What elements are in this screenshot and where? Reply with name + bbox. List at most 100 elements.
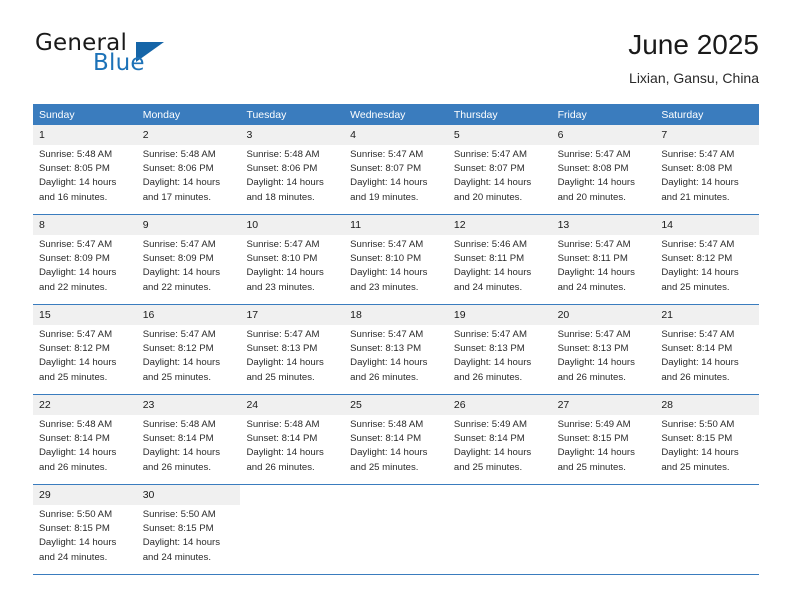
- calendar-day-cell[interactable]: 18 Sunrise: 5:47 AM Sunset: 8:13 PM Dayligh…: [344, 305, 448, 394]
- calendar-day-cell[interactable]: 28 Sunrise: 5:50 AM Sunset: 8:15 PM Dayligh…: [655, 395, 760, 484]
- day-sun-info: Sunrise: 5:48 AM Sunset: 8:05 PM Daylight:…: [33, 145, 137, 205]
- daylight-text-line1: Daylight: 14 hours: [661, 357, 739, 369]
- day-number: 15: [33, 305, 137, 325]
- calendar-day-cell[interactable]: 3 Sunrise: 5:48 AM Sunset: 8:06 PM Daylight…: [240, 125, 345, 214]
- daylight-text-line1: Daylight: 14 hours: [453, 447, 532, 459]
- calendar-day-cell[interactable]: 12 Sunrise: 5:46 AM Sunset: 8:11 PM Dayligh…: [447, 215, 552, 304]
- calendar-day-cell[interactable]: 10 Sunrise: 5:47 AM Sunset: 8:10 PM Dayligh…: [240, 215, 345, 304]
- sunset-text: Sunset: 8:08 PM: [557, 163, 629, 175]
- calendar-day-cell[interactable]: 21 Sunrise: 5:47 AM Sunset: 8:14 PM Dayligh…: [655, 305, 760, 394]
- calendar-day-cell[interactable]: 16 Sunrise: 5:47 AM Sunset: 8:12 PM Dayligh…: [136, 305, 241, 394]
- sunset-text: Sunset: 8:12 PM: [142, 343, 214, 355]
- page-title: June 2025: [628, 29, 759, 60]
- calendar-day-cell[interactable]: 30 Sunrise: 5:50 AM Sunset: 8:15 PM Dayligh…: [136, 485, 241, 574]
- sunset-text: Sunset: 8:15 PM: [142, 523, 214, 535]
- sunrise-text: Sunrise: 5:47 AM: [142, 239, 216, 250]
- sunset-text: Sunset: 8:06 PM: [142, 163, 214, 175]
- calendar-day-cell[interactable]: 19 Sunrise: 5:47 AM Sunset: 8:13 PM Dayligh…: [447, 305, 552, 394]
- calendar-day-cell[interactable]: 24 Sunrise: 5:48 AM Sunset: 8:14 PM Dayligh…: [240, 395, 345, 484]
- day-number: 3: [240, 125, 345, 145]
- sunrise-text: Sunrise: 5:48 AM: [142, 149, 216, 160]
- calendar-day-cell-empty: [447, 485, 552, 574]
- sunrise-text: Sunrise: 5:48 AM: [246, 149, 320, 160]
- day-sun-info: Sunrise: 5:46 AM Sunset: 8:11 PM Daylight:…: [448, 235, 552, 295]
- daylight-text-line2: and 25 minutes.: [661, 461, 730, 473]
- daylight-text-line1: Daylight: 14 hours: [350, 357, 428, 369]
- page-subtitle: Lixian, Gansu, China: [629, 70, 759, 86]
- daylight-text-line2: and 25 minutes.: [39, 371, 108, 383]
- calendar-day-cell-empty: [655, 485, 760, 574]
- calendar-day-cell[interactable]: 1 Sunrise: 5:48 AM Sunset: 8:05 PM Daylight…: [33, 125, 137, 214]
- sunrise-text: Sunrise: 5:47 AM: [39, 239, 113, 250]
- day-sun-info: Sunrise: 5:47 AM Sunset: 8:10 PM Daylight:…: [240, 235, 344, 295]
- day-number: [655, 485, 759, 505]
- daylight-text-line2: and 25 minutes.: [557, 461, 626, 473]
- daylight-text-line1: Daylight: 14 hours: [350, 177, 428, 189]
- sunrise-text: Sunrise: 5:50 AM: [142, 509, 216, 520]
- calendar-day-cell[interactable]: 23 Sunrise: 5:48 AM Sunset: 8:14 PM Dayligh…: [136, 395, 241, 484]
- sunrise-text: Sunrise: 5:47 AM: [557, 329, 631, 340]
- calendar-day-cell[interactable]: 27 Sunrise: 5:49 AM Sunset: 8:15 PM Dayligh…: [551, 395, 656, 484]
- day-sun-info: Sunrise: 5:50 AM Sunset: 8:15 PM Daylight:…: [33, 505, 137, 565]
- daylight-text-line1: Daylight: 14 hours: [142, 537, 221, 549]
- daylight-text-line2: and 17 minutes.: [142, 191, 211, 203]
- sunrise-text: Sunrise: 5:47 AM: [246, 239, 320, 250]
- calendar-day-cell[interactable]: 4 Sunrise: 5:47 AM Sunset: 8:07 PM Daylight…: [344, 125, 448, 214]
- day-number: 10: [240, 215, 345, 235]
- daylight-text-line1: Daylight: 14 hours: [39, 537, 117, 549]
- calendar-day-cell[interactable]: 15 Sunrise: 5:47 AM Sunset: 8:12 PM Dayligh…: [33, 305, 137, 394]
- calendar-day-cell[interactable]: 2 Sunrise: 5:48 AM Sunset: 8:06 PM Daylight…: [136, 125, 241, 214]
- sunrise-text: Sunrise: 5:48 AM: [39, 149, 113, 160]
- sunset-text: Sunset: 8:06 PM: [246, 163, 318, 175]
- calendar-day-cell[interactable]: 8 Sunrise: 5:47 AM Sunset: 8:09 PM Daylight…: [33, 215, 137, 304]
- day-sun-info: Sunrise: 5:50 AM Sunset: 8:15 PM Daylight:…: [655, 415, 759, 475]
- day-number: 14: [655, 215, 760, 235]
- calendar-week-row: 15 Sunrise: 5:47 AM Sunset: 8:12 PM Dayligh…: [33, 305, 760, 395]
- calendar-day-cell[interactable]: 29 Sunrise: 5:50 AM Sunset: 8:15 PM Dayligh…: [33, 485, 137, 574]
- calendar-day-cell[interactable]: 9 Sunrise: 5:47 AM Sunset: 8:09 PM Daylight…: [136, 215, 241, 304]
- calendar-day-cell[interactable]: 26 Sunrise: 5:49 AM Sunset: 8:14 PM Dayligh…: [447, 395, 552, 484]
- calendar-day-cell[interactable]: 13 Sunrise: 5:47 AM Sunset: 8:11 PM Dayligh…: [551, 215, 656, 304]
- brand-logo[interactable]: General Blue: [33, 28, 253, 90]
- sunset-text: Sunset: 8:07 PM: [453, 163, 525, 175]
- daylight-text-line2: and 26 minutes.: [39, 461, 108, 473]
- sunset-text: Sunset: 8:13 PM: [350, 343, 422, 355]
- sunrise-text: Sunrise: 5:47 AM: [39, 329, 113, 340]
- calendar-day-cell[interactable]: 11 Sunrise: 5:47 AM Sunset: 8:10 PM Dayligh…: [344, 215, 448, 304]
- calendar-day-cell[interactable]: 14 Sunrise: 5:47 AM Sunset: 8:12 PM Dayligh…: [655, 215, 760, 304]
- sunrise-text: Sunrise: 5:48 AM: [39, 419, 113, 430]
- day-number: 24: [240, 395, 345, 415]
- daylight-text-line1: Daylight: 14 hours: [142, 357, 221, 369]
- calendar-day-cell[interactable]: 6 Sunrise: 5:47 AM Sunset: 8:08 PM Daylight…: [551, 125, 656, 214]
- weekday-header-friday: Friday: [557, 109, 587, 121]
- sunrise-text: Sunrise: 5:47 AM: [557, 239, 631, 250]
- sunrise-text: Sunrise: 5:49 AM: [453, 419, 527, 430]
- daylight-text-line2: and 21 minutes.: [661, 191, 730, 203]
- daylight-text-line1: Daylight: 14 hours: [142, 267, 221, 279]
- day-number: 28: [655, 395, 760, 415]
- daylight-text-line2: and 25 minutes.: [246, 371, 315, 383]
- day-number: 29: [33, 485, 137, 505]
- sunrise-text: Sunrise: 5:47 AM: [350, 149, 424, 160]
- daylight-text-line1: Daylight: 14 hours: [350, 267, 428, 279]
- daylight-text-line1: Daylight: 14 hours: [39, 267, 117, 279]
- calendar-day-cell[interactable]: 20 Sunrise: 5:47 AM Sunset: 8:13 PM Dayligh…: [551, 305, 656, 394]
- calendar-weeks: 1 Sunrise: 5:48 AM Sunset: 8:05 PM Daylight…: [33, 125, 760, 575]
- day-number: 4: [344, 125, 448, 145]
- calendar-day-cell[interactable]: 17 Sunrise: 5:47 AM Sunset: 8:13 PM Dayligh…: [240, 305, 345, 394]
- sunset-text: Sunset: 8:15 PM: [39, 523, 110, 535]
- daylight-text-line1: Daylight: 14 hours: [557, 267, 635, 279]
- calendar-week-row: 1 Sunrise: 5:48 AM Sunset: 8:05 PM Daylight…: [33, 125, 760, 215]
- day-sun-info: Sunrise: 5:47 AM Sunset: 8:13 PM Daylight:…: [448, 325, 552, 385]
- day-sun-info: Sunrise: 5:47 AM Sunset: 8:09 PM Daylight:…: [33, 235, 137, 295]
- calendar-day-cell[interactable]: 5 Sunrise: 5:47 AM Sunset: 8:07 PM Daylight…: [447, 125, 552, 214]
- calendar-day-cell[interactable]: 22 Sunrise: 5:48 AM Sunset: 8:14 PM Dayligh…: [33, 395, 137, 484]
- sunrise-text: Sunrise: 5:46 AM: [453, 239, 527, 250]
- daylight-text-line2: and 26 minutes.: [557, 371, 626, 383]
- calendar-day-cell[interactable]: 25 Sunrise: 5:48 AM Sunset: 8:14 PM Dayligh…: [344, 395, 448, 484]
- calendar-day-cell[interactable]: 7 Sunrise: 5:47 AM Sunset: 8:08 PM Daylight…: [655, 125, 760, 214]
- day-sun-info: Sunrise: 5:48 AM Sunset: 8:06 PM Daylight:…: [240, 145, 344, 205]
- day-number: 30: [136, 485, 241, 505]
- daylight-text-line1: Daylight: 14 hours: [557, 357, 635, 369]
- daylight-text-line1: Daylight: 14 hours: [142, 447, 221, 459]
